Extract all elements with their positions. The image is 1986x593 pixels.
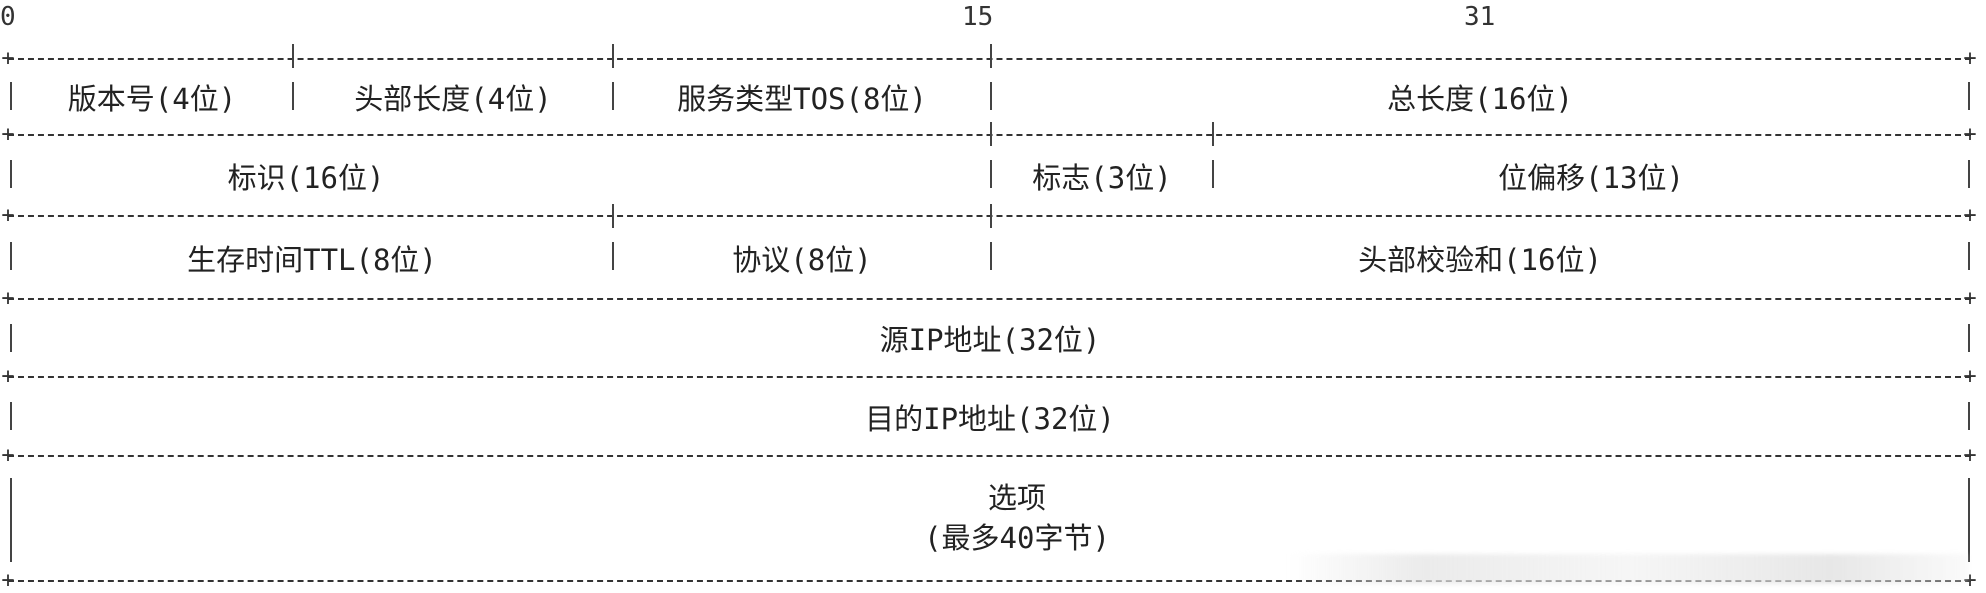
ip-header-diagram: 0 15 31 + + + + + + + + + + + + + + 版本号(… xyxy=(0,0,1986,592)
ttl-field: 生存时间TTL(8位) xyxy=(187,242,437,277)
bit-label-31: 31 xyxy=(1464,2,1496,32)
flags-field: 标志(3位) xyxy=(1032,160,1172,195)
version-field: 版本号(4位) xyxy=(67,82,237,116)
tos-field: 服务类型TOS(8位) xyxy=(677,82,927,116)
right-edge-bar xyxy=(1968,324,1970,352)
destination-ip-field: 目的IP地址(32位) xyxy=(865,401,1115,436)
right-edge-bar xyxy=(1968,402,1970,430)
fragment-offset-field: 位偏移(13位) xyxy=(1498,160,1684,195)
header-length-field: 头部长度(4位) xyxy=(354,82,552,116)
source-ip-field: 源IP地址(32位) xyxy=(879,323,1101,357)
bit-label-15: 15 xyxy=(962,2,994,32)
options-max-size: (最多40字节) xyxy=(924,521,1110,555)
header-checksum-field: 头部校验和(16位) xyxy=(1358,242,1602,277)
bit-label-0: 0 xyxy=(0,2,16,32)
right-edge-bar xyxy=(1968,242,1970,270)
right-edge-bar xyxy=(1968,160,1970,188)
total-length-field: 总长度(16位) xyxy=(1387,82,1573,116)
separator-line-6 xyxy=(8,455,1971,457)
identification-field: 标识(16位) xyxy=(227,160,385,195)
options-label: 选项 xyxy=(987,481,1046,515)
blurred-watermark xyxy=(1288,554,1968,584)
protocol-field: 协议(8位) xyxy=(732,242,872,277)
right-edge-bar xyxy=(1968,82,1970,110)
